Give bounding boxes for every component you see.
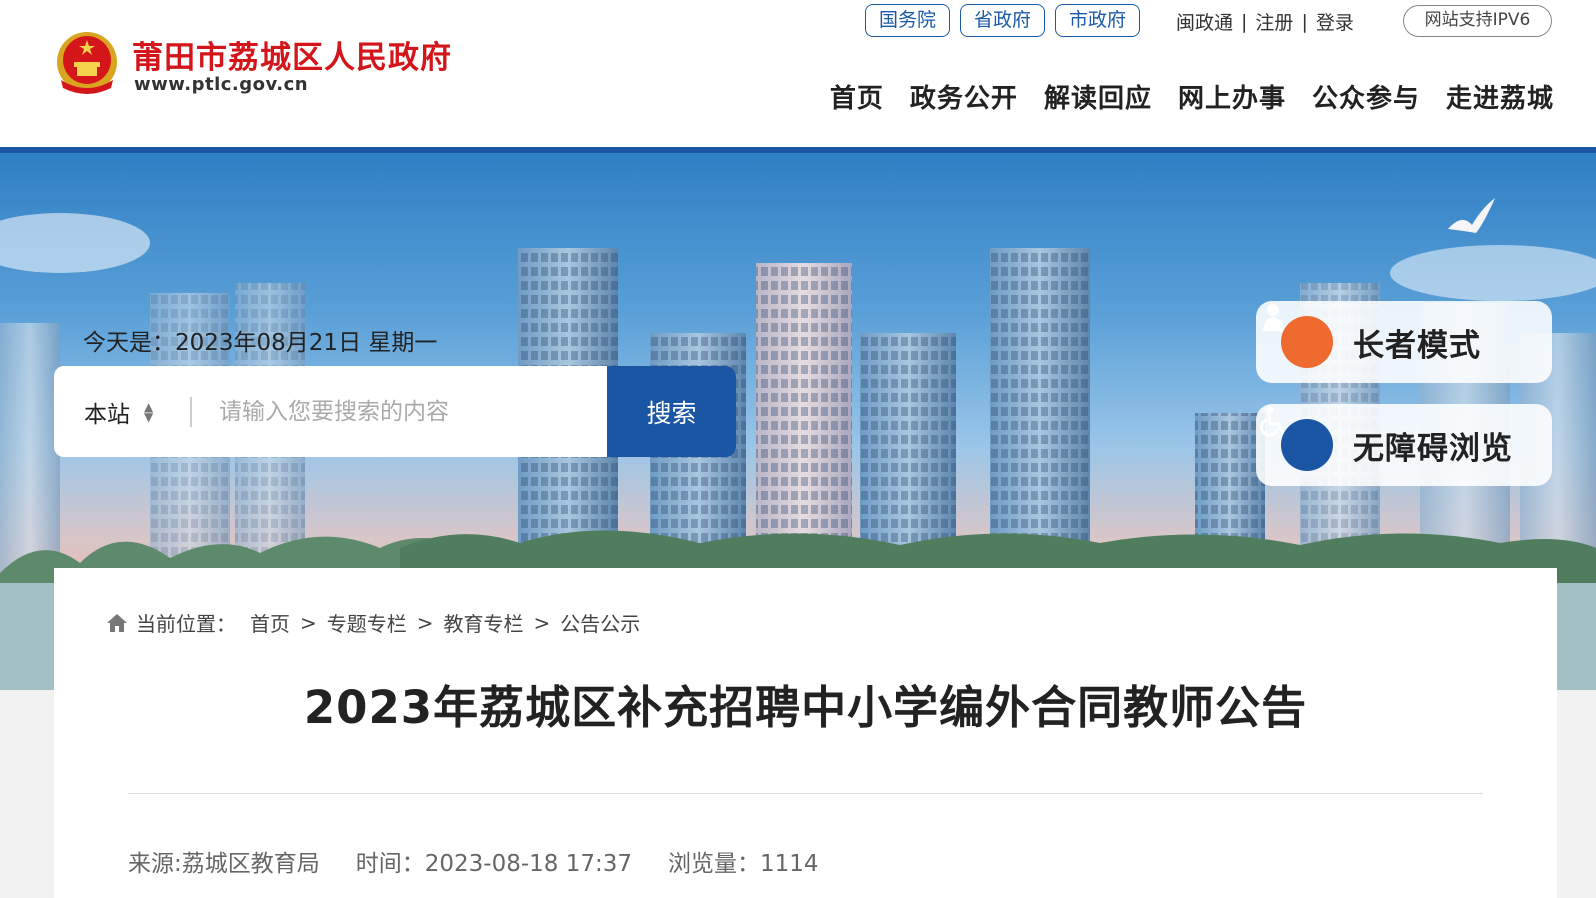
wheelchair-icon bbox=[1260, 406, 1333, 471]
ipv6-badge: 网站支持IPV6 bbox=[1403, 5, 1552, 37]
breadcrumb-education[interactable]: 教育专栏 bbox=[444, 608, 524, 637]
register-link[interactable]: 注册 bbox=[1255, 8, 1293, 35]
title-divider bbox=[128, 793, 1483, 794]
gov-link-province[interactable]: 省政府 bbox=[960, 4, 1046, 37]
today-date: 今天是：2023年08月21日 星期一 bbox=[83, 330, 438, 356]
home-icon bbox=[107, 613, 127, 632]
nav-public-participation[interactable]: 公众参与 bbox=[1312, 78, 1420, 115]
search-button-label: 搜索 bbox=[646, 398, 697, 428]
article-card: 当前位置： 首页 > 专题专栏 > 教育专栏 > 公告公示 2023年荔城区补充… bbox=[54, 568, 1557, 898]
breadcrumb-home[interactable]: 首页 bbox=[250, 608, 290, 637]
login-link[interactable]: 登录 bbox=[1316, 8, 1354, 35]
search-button[interactable]: 搜索 bbox=[56, 366, 736, 457]
site-header: 莆田市荔城区人民政府 www.ptlc.gov.cn 国务院 省政府 市政府 闽… bbox=[0, 0, 1596, 150]
breadcrumb-separator: > bbox=[300, 610, 317, 635]
elder-mode-button[interactable]: 长者模式 bbox=[1256, 301, 1552, 383]
user-links: 闽政通 | 注册 | 登录 bbox=[1176, 8, 1354, 35]
breadcrumb-separator: > bbox=[416, 610, 434, 635]
gov-link-state-council[interactable]: 国务院 bbox=[865, 4, 951, 37]
seagull-icon bbox=[1448, 198, 1495, 233]
nav-home[interactable]: 首页 bbox=[830, 78, 884, 115]
gov-links: 国务院 省政府 市政府 bbox=[865, 4, 1141, 37]
article-source: 来源:荔城区教育局 bbox=[128, 851, 320, 877]
nav-about-licheng[interactable]: 走进荔城 bbox=[1446, 78, 1554, 115]
breadcrumb-label: 当前位置： bbox=[136, 612, 236, 636]
sort-arrows-icon: ▲ ▼ bbox=[144, 399, 154, 424]
article-views: 浏览量：1114 bbox=[668, 851, 819, 877]
minzhengtong-link[interactable]: 闽政通 bbox=[1176, 8, 1233, 35]
search-input[interactable] bbox=[192, 366, 607, 457]
article-time: 时间：2023-08-18 17:37 bbox=[355, 851, 633, 877]
accessible-browse-label: 无障碍浏览 bbox=[1353, 430, 1513, 467]
search-box: 本站 ▲▼ 搜索 bbox=[54, 366, 736, 457]
search-scope-value: 本站 bbox=[84, 401, 130, 428]
search-icon bbox=[56, 368, 86, 398]
site-url: www.ptlc.gov.cn bbox=[134, 74, 309, 95]
nav-interpretation[interactable]: 解读回应 bbox=[1044, 78, 1152, 115]
breadcrumb-announcements[interactable]: 公告公示 bbox=[560, 608, 640, 637]
breadcrumb: 当前位置： 首页 > 专题专栏 > 教育专栏 > 公告公示 bbox=[106, 608, 640, 637]
national-emblem-icon[interactable] bbox=[55, 30, 119, 96]
breadcrumb-separator: > bbox=[533, 610, 551, 635]
article-title: 2023年荔城区补充招聘中小学编外合同教师公告 bbox=[303, 681, 1308, 734]
breadcrumb-special-topics[interactable]: 专题专栏 bbox=[327, 608, 407, 637]
separator: | bbox=[1301, 10, 1308, 33]
nav-gov-affairs[interactable]: 政务公开 bbox=[910, 78, 1018, 115]
gov-link-city[interactable]: 市政府 bbox=[1055, 4, 1141, 37]
elder-icon bbox=[1263, 304, 1333, 368]
article-meta: 来源:荔城区教育局 时间：2023-08-18 17:37 浏览量：1114 bbox=[128, 844, 819, 878]
separator: | bbox=[1241, 10, 1248, 33]
nav-online-service[interactable]: 网上办事 bbox=[1178, 78, 1286, 115]
elder-mode-label: 长者模式 bbox=[1353, 327, 1481, 364]
main-nav: 首页 政务公开 解读回应 网上办事 公众参与 走进荔城 bbox=[830, 78, 1554, 115]
accessible-browse-button[interactable]: 无障碍浏览 bbox=[1256, 404, 1552, 486]
site-title[interactable]: 莆田市荔城区人民政府 bbox=[132, 32, 452, 77]
